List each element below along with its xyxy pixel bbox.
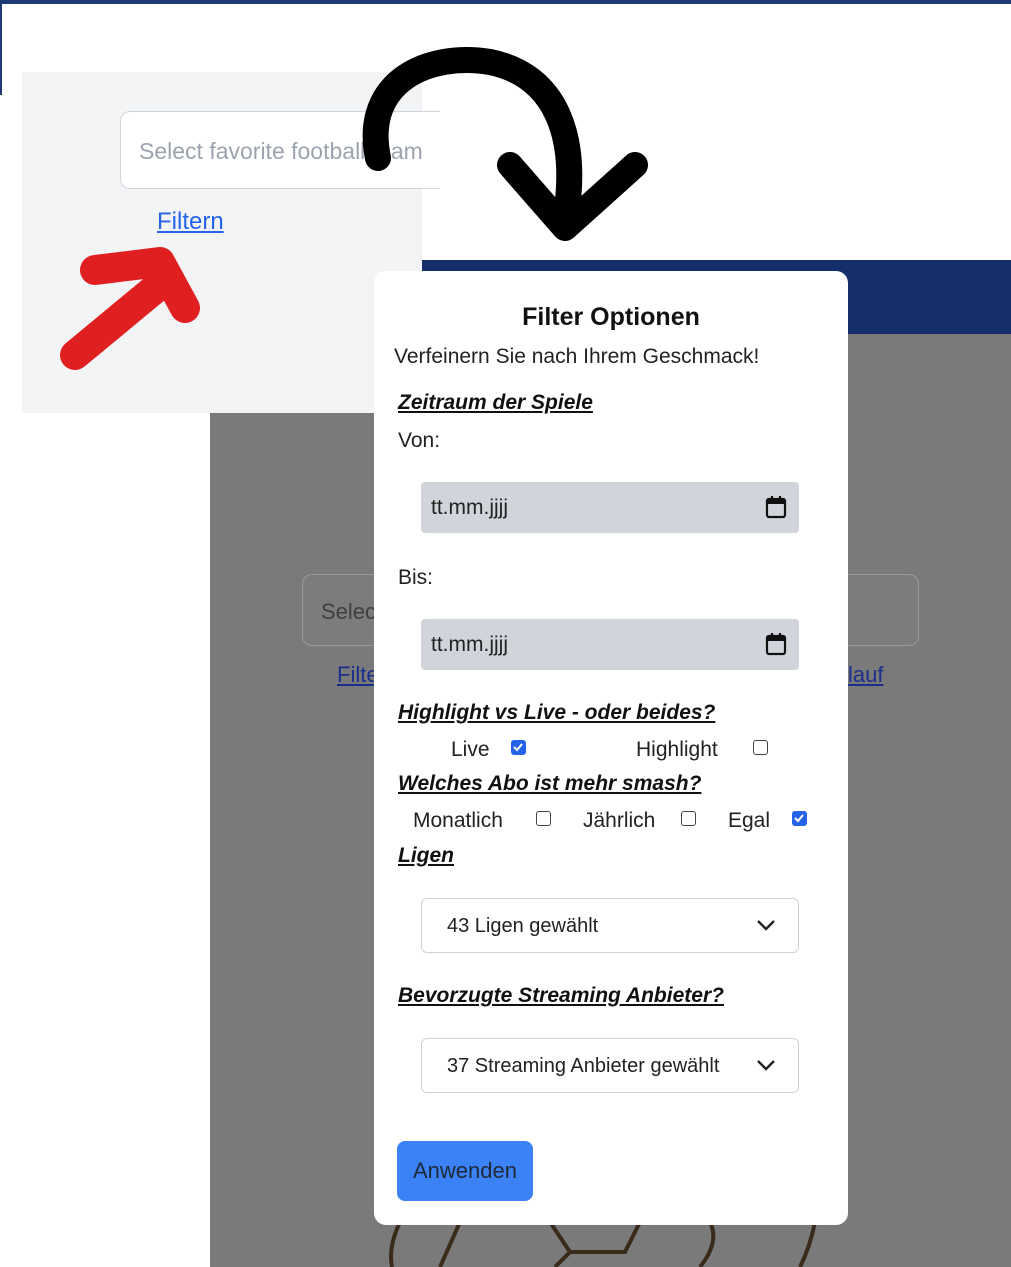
annotation-layer xyxy=(60,47,648,370)
red-pointer-arrow xyxy=(60,247,200,370)
